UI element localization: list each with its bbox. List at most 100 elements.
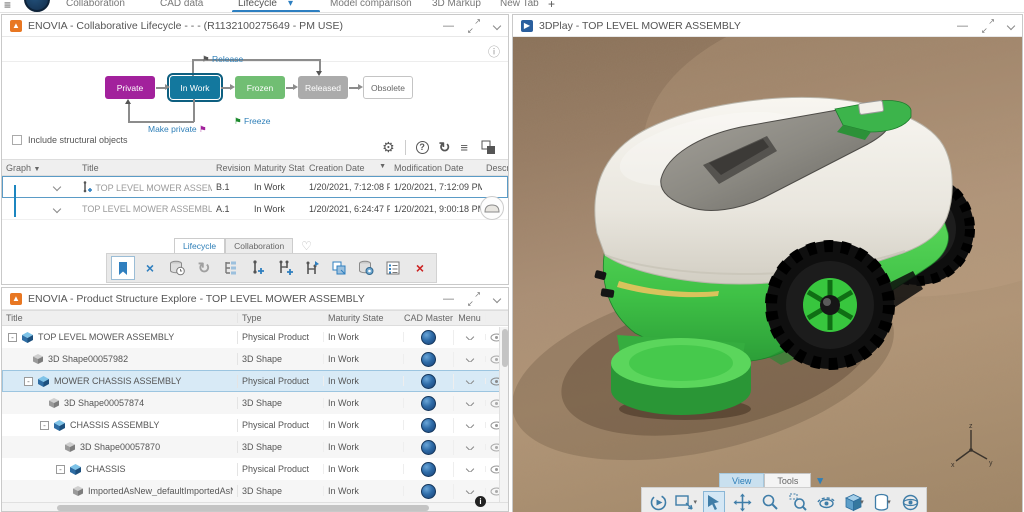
- fly-mode-icon[interactable]: [703, 491, 725, 512]
- cad-master-globe-icon[interactable]: [421, 373, 436, 389]
- capture-icon[interactable]: ▾: [675, 491, 697, 512]
- row-menu-chevron-icon[interactable]: [465, 356, 474, 362]
- help-icon[interactable]: ?: [415, 140, 429, 154]
- add-tab-button[interactable]: +: [548, 0, 555, 12]
- row-menu-chevron-icon[interactable]: [465, 466, 474, 472]
- row-expand-chevron-icon[interactable]: [52, 182, 62, 191]
- collapse-expander[interactable]: -: [40, 420, 49, 430]
- collapse-expander[interactable]: -: [24, 376, 33, 386]
- tab-new-tab[interactable]: New Tab: [500, 0, 539, 12]
- include-structural-checkbox[interactable]: [12, 135, 22, 145]
- state-frozen[interactable]: Frozen: [235, 76, 285, 99]
- revision-row[interactable]: TOP LEVEL MOWER ASSEMBLY A.1 In Work 1/2…: [2, 196, 508, 220]
- hamburger-menu-icon[interactable]: ≡: [4, 0, 11, 12]
- copy-objects-icon[interactable]: [478, 137, 498, 157]
- collapse-expander[interactable]: -: [8, 332, 17, 342]
- viewer-tab-tools[interactable]: Tools: [764, 473, 812, 488]
- favorite-heart-icon[interactable]: ♡: [301, 239, 312, 253]
- perspective-cylinder-icon[interactable]: ▾: [871, 491, 893, 512]
- app-logo[interactable]: [24, 0, 50, 12]
- state-private[interactable]: Private: [105, 76, 155, 99]
- minimize-icon[interactable]: —: [957, 20, 968, 31]
- row-menu-chevron-icon[interactable]: [465, 400, 474, 406]
- iso-view-cube-icon[interactable]: ▾: [843, 491, 865, 512]
- structure-row[interactable]: 3D Shape00057870 3D Shape In Work: [2, 436, 508, 458]
- column-revision[interactable]: Revision: [212, 163, 250, 173]
- cad-master-globe-icon[interactable]: [421, 351, 436, 367]
- column-graph[interactable]: Graph ▼: [2, 163, 50, 173]
- tab-cad-data[interactable]: CAD data: [160, 0, 203, 12]
- revision-row[interactable]: TOP LEVEL MOWER ASSEMBLY B.1 In Work 1/2…: [2, 176, 508, 198]
- row-menu-chevron-icon[interactable]: [465, 378, 474, 384]
- column-modified[interactable]: Modification Date: [390, 163, 482, 173]
- checklist-icon[interactable]: [381, 256, 405, 280]
- column-title[interactable]: Title: [78, 163, 212, 173]
- viewer-tab-view[interactable]: View: [719, 473, 765, 488]
- structure-row[interactable]: - CHASSIS Physical Product In Work: [2, 458, 508, 480]
- minimize-icon[interactable]: —: [443, 293, 454, 304]
- examine-icon[interactable]: [815, 491, 837, 512]
- cad-master-globe-icon[interactable]: [421, 395, 436, 411]
- row-menu-chevron-icon[interactable]: [465, 334, 474, 340]
- cad-master-globe-icon[interactable]: [421, 461, 436, 477]
- new-branch-icon[interactable]: [273, 256, 297, 280]
- structure-tree-icon[interactable]: [219, 256, 243, 280]
- structure-row[interactable]: 3D Shape00057982 3D Shape In Work: [2, 348, 508, 370]
- collapse-expander[interactable]: -: [56, 464, 65, 474]
- collapse-chevron-icon[interactable]: [1006, 21, 1016, 30]
- database-history-icon[interactable]: [165, 256, 189, 280]
- turntable-icon[interactable]: [647, 491, 669, 512]
- column-cad-master[interactable]: CAD Master: [404, 313, 454, 323]
- column-title[interactable]: Title: [2, 313, 238, 323]
- cad-master-globe-icon[interactable]: [421, 329, 436, 345]
- tab-collaboration[interactable]: Collaboration: [66, 0, 125, 12]
- column-menu[interactable]: Menu: [454, 313, 486, 323]
- scrollbar-thumb[interactable]: [57, 504, 429, 511]
- new-revision-icon[interactable]: [246, 256, 270, 280]
- list-options-icon[interactable]: ≡: [460, 140, 468, 155]
- column-description[interactable]: Description: [482, 163, 508, 173]
- sync-icon[interactable]: ↻: [192, 256, 216, 280]
- row-expand-chevron-icon[interactable]: [52, 204, 62, 213]
- cad-master-globe-icon[interactable]: [421, 439, 436, 455]
- delete-icon[interactable]: ×: [408, 256, 432, 280]
- structure-row[interactable]: ImportedAsNew_defaultImportedAsNew_3D Sh…: [2, 480, 508, 502]
- action-tab-collaboration[interactable]: Collaboration: [225, 238, 294, 253]
- 3d-viewport[interactable]: z x y View Tools ▾ ▾ ▾ ▾: [513, 37, 1022, 512]
- vertical-scrollbar[interactable]: [499, 327, 508, 511]
- structure-row-selected[interactable]: - MOWER CHASSIS ASSEMBLY Physical Produc…: [2, 370, 508, 392]
- duplicate-icon[interactable]: [327, 256, 351, 280]
- cad-master-globe-icon[interactable]: [421, 417, 436, 433]
- column-maturity[interactable]: Maturity State: [324, 313, 404, 323]
- refresh-icon[interactable]: ↻: [439, 139, 451, 156]
- cad-master-globe-icon[interactable]: [421, 483, 436, 499]
- tab-model-comparison[interactable]: Model comparison: [330, 0, 412, 12]
- tab-3d-markup[interactable]: 3D Markup: [432, 0, 481, 12]
- release-transition-label[interactable]: ⚑ Release: [202, 54, 243, 65]
- column-type[interactable]: Type: [238, 313, 324, 323]
- zoom-icon[interactable]: [759, 491, 781, 512]
- structure-row[interactable]: - TOP LEVEL MOWER ASSEMBLY Physical Prod…: [2, 326, 508, 348]
- database-settings-icon[interactable]: [354, 256, 378, 280]
- move-branch-icon[interactable]: [300, 256, 324, 280]
- pan-icon[interactable]: [731, 491, 753, 512]
- expand-icon[interactable]: ↗ ↙: [981, 17, 995, 35]
- scrollbar-thumb[interactable]: [501, 329, 508, 367]
- zoom-area-icon[interactable]: [787, 491, 809, 512]
- toolbar-collapse-chevron-icon[interactable]: ▾: [817, 474, 823, 487]
- part-thumbnail[interactable]: [480, 196, 504, 220]
- bookmark-icon[interactable]: [111, 256, 135, 280]
- expand-icon[interactable]: ↗ ↙: [467, 290, 481, 308]
- freeze-transition-label[interactable]: ⚑ Freeze: [234, 116, 270, 127]
- state-released[interactable]: Released: [298, 76, 348, 99]
- collapse-chevron-icon[interactable]: [492, 294, 502, 303]
- action-tab-lifecycle[interactable]: Lifecycle: [174, 238, 226, 253]
- settings-gear-icon[interactable]: ⚙: [382, 139, 395, 156]
- row-menu-chevron-icon[interactable]: [465, 422, 474, 428]
- notification-info-icon[interactable]: i: [475, 496, 486, 507]
- structure-row[interactable]: - CHASSIS ASSEMBLY Physical Product In W…: [2, 414, 508, 436]
- row-menu-chevron-icon[interactable]: [465, 488, 474, 494]
- column-maturity[interactable]: Maturity State: [250, 163, 305, 173]
- make-private-transition-label[interactable]: Make private ⚑: [148, 124, 207, 135]
- row-menu-chevron-icon[interactable]: [465, 444, 474, 450]
